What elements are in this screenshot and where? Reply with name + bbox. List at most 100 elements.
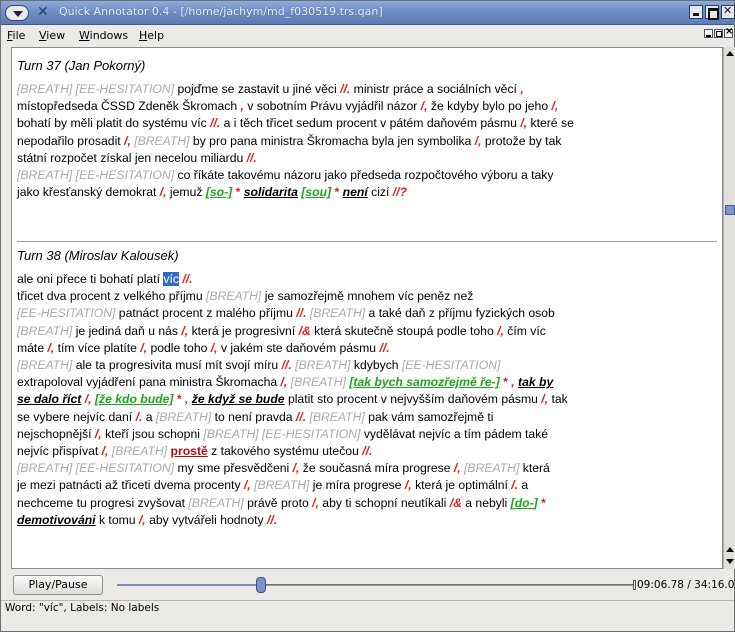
word-run[interactable]: v sobotním Právu vyjádřil názor <box>244 99 421 113</box>
highlighted-word[interactable]: prostě <box>171 444 208 458</box>
event-tag[interactable]: [BREATH] <box>287 375 346 389</box>
word-run[interactable]: patnáct procent z malého příjmu <box>115 306 296 320</box>
boundary-label[interactable]: //. <box>379 341 389 355</box>
minimize-button[interactable] <box>689 5 703 19</box>
asterisk-marker[interactable]: * <box>538 496 546 510</box>
word-run[interactable]: nejschopnější <box>17 427 95 441</box>
boundary-label[interactable]: //? <box>393 185 407 199</box>
bracketed-fragment[interactable]: [so-] <box>206 185 232 199</box>
boundary-label[interactable]: /, <box>160 185 167 199</box>
transcript-line[interactable]: ale oni přece ti bohatí platí víc //. <box>17 271 719 288</box>
transcript-line[interactable]: je mezi patnácti až třiceti dvema procen… <box>17 477 719 494</box>
boundary-label[interactable]: /, <box>95 427 102 441</box>
word-run[interactable]: nechceme tu progresi zvyšovat <box>17 496 188 510</box>
event-tag[interactable]: [BREATH] <box>17 324 72 338</box>
word-run[interactable]: bohatí by měli platit do systému víc <box>17 116 210 130</box>
word-run[interactable]: je samozřejmě mnohem víc peněz než <box>261 289 474 303</box>
word-run[interactable]: se vybere nejvíc daní <box>17 410 136 424</box>
highlighted-word[interactable]: že když se bude <box>192 392 285 406</box>
event-tag[interactable]: [BREATH] <box>188 496 243 510</box>
boundary-label[interactable]: /, <box>244 478 251 492</box>
word-run[interactable]: a také daň z příjmu fyzických osob <box>365 306 555 320</box>
event-tag[interactable]: [BREATH] <box>156 410 211 424</box>
event-tag[interactable]: [BREATH] [EE-HESITATION] <box>17 82 174 96</box>
transcript-line[interactable]: nejvíc přispívat /, [BREATH] prostě z ta… <box>17 443 719 460</box>
boundary-label[interactable]: //. <box>247 151 257 165</box>
event-tag[interactable]: [BREATH] <box>461 461 519 475</box>
word-run[interactable]: extrapoloval vyjádření pana ministra Škr… <box>17 375 281 389</box>
word-run[interactable]: která je progresivní <box>188 324 298 338</box>
highlighted-word[interactable]: tak by <box>518 375 553 389</box>
word-run[interactable]: my sme přesvědčeni <box>174 461 293 475</box>
transcript-line[interactable]: třicet dva procent z velkého příjmu [BRE… <box>17 288 719 305</box>
word-run[interactable]: nejvíc přispívat <box>17 444 102 458</box>
asterisk-marker[interactable]: * <box>331 185 343 199</box>
turn-text[interactable]: [BREATH] [EE-HESITATION] pojďme se zasta… <box>17 81 719 201</box>
word-run[interactable]: máte <box>17 341 47 355</box>
event-tag[interactable]: [BREATH] <box>108 444 167 458</box>
maximize-button[interactable] <box>705 5 719 20</box>
boundary-label[interactable]: /, <box>85 392 92 406</box>
scrollbar-thumb[interactable] <box>725 205 735 215</box>
word-run[interactable]: která je optimální <box>412 478 512 492</box>
bracketed-fragment[interactable]: [do-] <box>511 496 538 510</box>
boundary-label[interactable]: /, <box>421 99 428 113</box>
transcript-line[interactable]: [BREATH] [EE-HESITATION] pojďme se zasta… <box>17 81 719 98</box>
event-tag[interactable]: [BREATH] <box>17 358 72 372</box>
word-run[interactable]: ale oni přece ti bohatí platí <box>17 272 163 286</box>
word-run[interactable]: vydělávat nejvíc a tím pádem také <box>360 427 548 441</box>
transcript-line[interactable]: se dalo říct /, [že kdo bude] * , že kdy… <box>17 391 719 408</box>
transcript-line[interactable]: extrapoloval vyjádření pana ministra Škr… <box>17 374 719 391</box>
boundary-label[interactable]: /, <box>211 341 218 355</box>
word-run[interactable]: ministr práce a sociálních věcí <box>350 82 520 96</box>
boundary-label[interactable]: /, <box>475 134 482 148</box>
word-run[interactable]: tím více platíte <box>54 341 140 355</box>
word-run[interactable]: jemuž <box>167 185 206 199</box>
word-run[interactable]: protože by tak <box>482 134 562 148</box>
word-run[interactable]: kdybych <box>350 358 401 372</box>
transcript-line[interactable]: se vybere nejvíc daní /. a [BREATH] to n… <box>17 409 719 426</box>
highlighted-word[interactable]: není <box>343 185 368 199</box>
transcript-line[interactable]: jako křesťanský demokrat /, jemuž [so-] … <box>17 184 719 201</box>
transcript-line[interactable]: místopředseda ČSSD Zdeněk Škromach , v s… <box>17 98 719 115</box>
transcript-view[interactable]: Turn 37 (Jan Pokorný) [BREATH] [EE-HESIT… <box>11 47 723 569</box>
word-run[interactable]: v jakém ste daňovém pásmu <box>218 341 380 355</box>
asterisk-marker[interactable]: * <box>500 375 512 389</box>
transcript-line[interactable]: nechceme tu progresi zvyšovat [BREATH] p… <box>17 495 719 512</box>
play-pause-button[interactable]: Play/Pause <box>13 575 103 595</box>
word-run[interactable]: pak vám samozřejmě ti <box>365 410 493 424</box>
scroll-down-arrow-icon[interactable] <box>724 556 735 568</box>
word-run[interactable]: pojďme se zastavit u jiné věci <box>174 82 340 96</box>
event-tag[interactable]: [BREATH] <box>206 289 261 303</box>
mdi-minimize-button[interactable] <box>704 29 713 38</box>
word-run[interactable]: čím víc <box>504 324 546 338</box>
menu-file[interactable]: File <box>7 29 25 42</box>
event-tag[interactable]: [BREATH] <box>131 134 189 148</box>
event-tag[interactable]: [BREATH] <box>306 410 364 424</box>
word-run[interactable]: tak <box>548 392 567 406</box>
boundary-label[interactable]: //. <box>340 82 350 96</box>
transcript-line[interactable]: nejschopnější /, kteří jsou schopni [BRE… <box>17 426 719 443</box>
word-run[interactable]: státní rozpočet získal jen necelou milia… <box>17 151 247 165</box>
transcript-line[interactable]: [BREATH] [EE-HESITATION] co říkáte takov… <box>17 167 719 184</box>
word-run[interactable]: kteří jsou schopni <box>102 427 204 441</box>
vertical-scrollbar[interactable] <box>723 47 735 569</box>
close-button[interactable] <box>721 4 735 19</box>
highlighted-word[interactable]: demotivováni <box>17 513 96 527</box>
word-run[interactable]: je mezi patnácti až třiceti dvema procen… <box>17 478 244 492</box>
word-run[interactable]: to není pravda <box>211 410 296 424</box>
word-run[interactable]: které se <box>527 116 573 130</box>
transcript-line[interactable]: [BREATH] [EE-HESITATION] my sme přesvědč… <box>17 460 719 477</box>
word-run[interactable]: je jediná daň u nás <box>72 324 181 338</box>
word-run[interactable]: jako křesťanský demokrat <box>17 185 160 199</box>
boundary-label[interactable]: , <box>520 82 523 96</box>
transcript-line[interactable]: demotivováni k tomu /, aby vytvářeli hod… <box>17 512 719 529</box>
boundary-label[interactable]: /, <box>454 461 461 475</box>
word-run[interactable]: že kdyby bylo po jeho <box>428 99 552 113</box>
word-run[interactable]: z takového systému utečou <box>208 444 362 458</box>
window-menu-button[interactable] <box>5 5 29 21</box>
word-run[interactable]: aby ti schopní neutíkali <box>319 496 450 510</box>
transcript-line[interactable]: nepodařilo prosadit /, [BREATH] by pro p… <box>17 133 719 150</box>
boundary-label[interactable]: //. <box>296 306 306 320</box>
scroll-up-arrow-icon[interactable] <box>724 543 735 555</box>
